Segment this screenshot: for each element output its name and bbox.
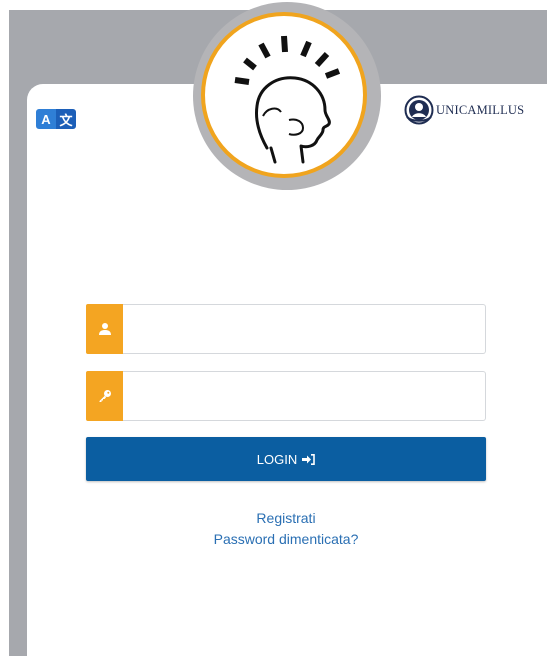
user-icon — [86, 304, 123, 354]
university-seal-icon — [404, 95, 434, 125]
forgot-password-link[interactable]: Password dimenticata? — [86, 531, 486, 547]
username-input-group — [86, 304, 486, 354]
brand-name: UNICAMILLUS — [436, 102, 525, 117]
language-switch-button[interactable]: A 文 — [36, 109, 76, 129]
password-input[interactable] — [123, 371, 486, 421]
brand-logo: UNICAMILLUS — [404, 95, 524, 125]
password-input-group — [86, 371, 486, 421]
key-icon — [86, 371, 123, 421]
sign-in-icon — [302, 453, 316, 465]
username-input[interactable] — [123, 304, 486, 354]
login-page: A 文 UNICAMILLUS LOGIN Registrati Passwor… — [0, 0, 547, 656]
translate-icon-ideogram: 文 — [56, 109, 76, 129]
translate-icon-latin: A — [36, 109, 56, 129]
head-logo-icon — [201, 12, 367, 178]
login-button-label: LOGIN — [256, 451, 298, 467]
register-link[interactable]: Registrati — [86, 510, 486, 526]
login-button[interactable]: LOGIN — [86, 437, 486, 481]
